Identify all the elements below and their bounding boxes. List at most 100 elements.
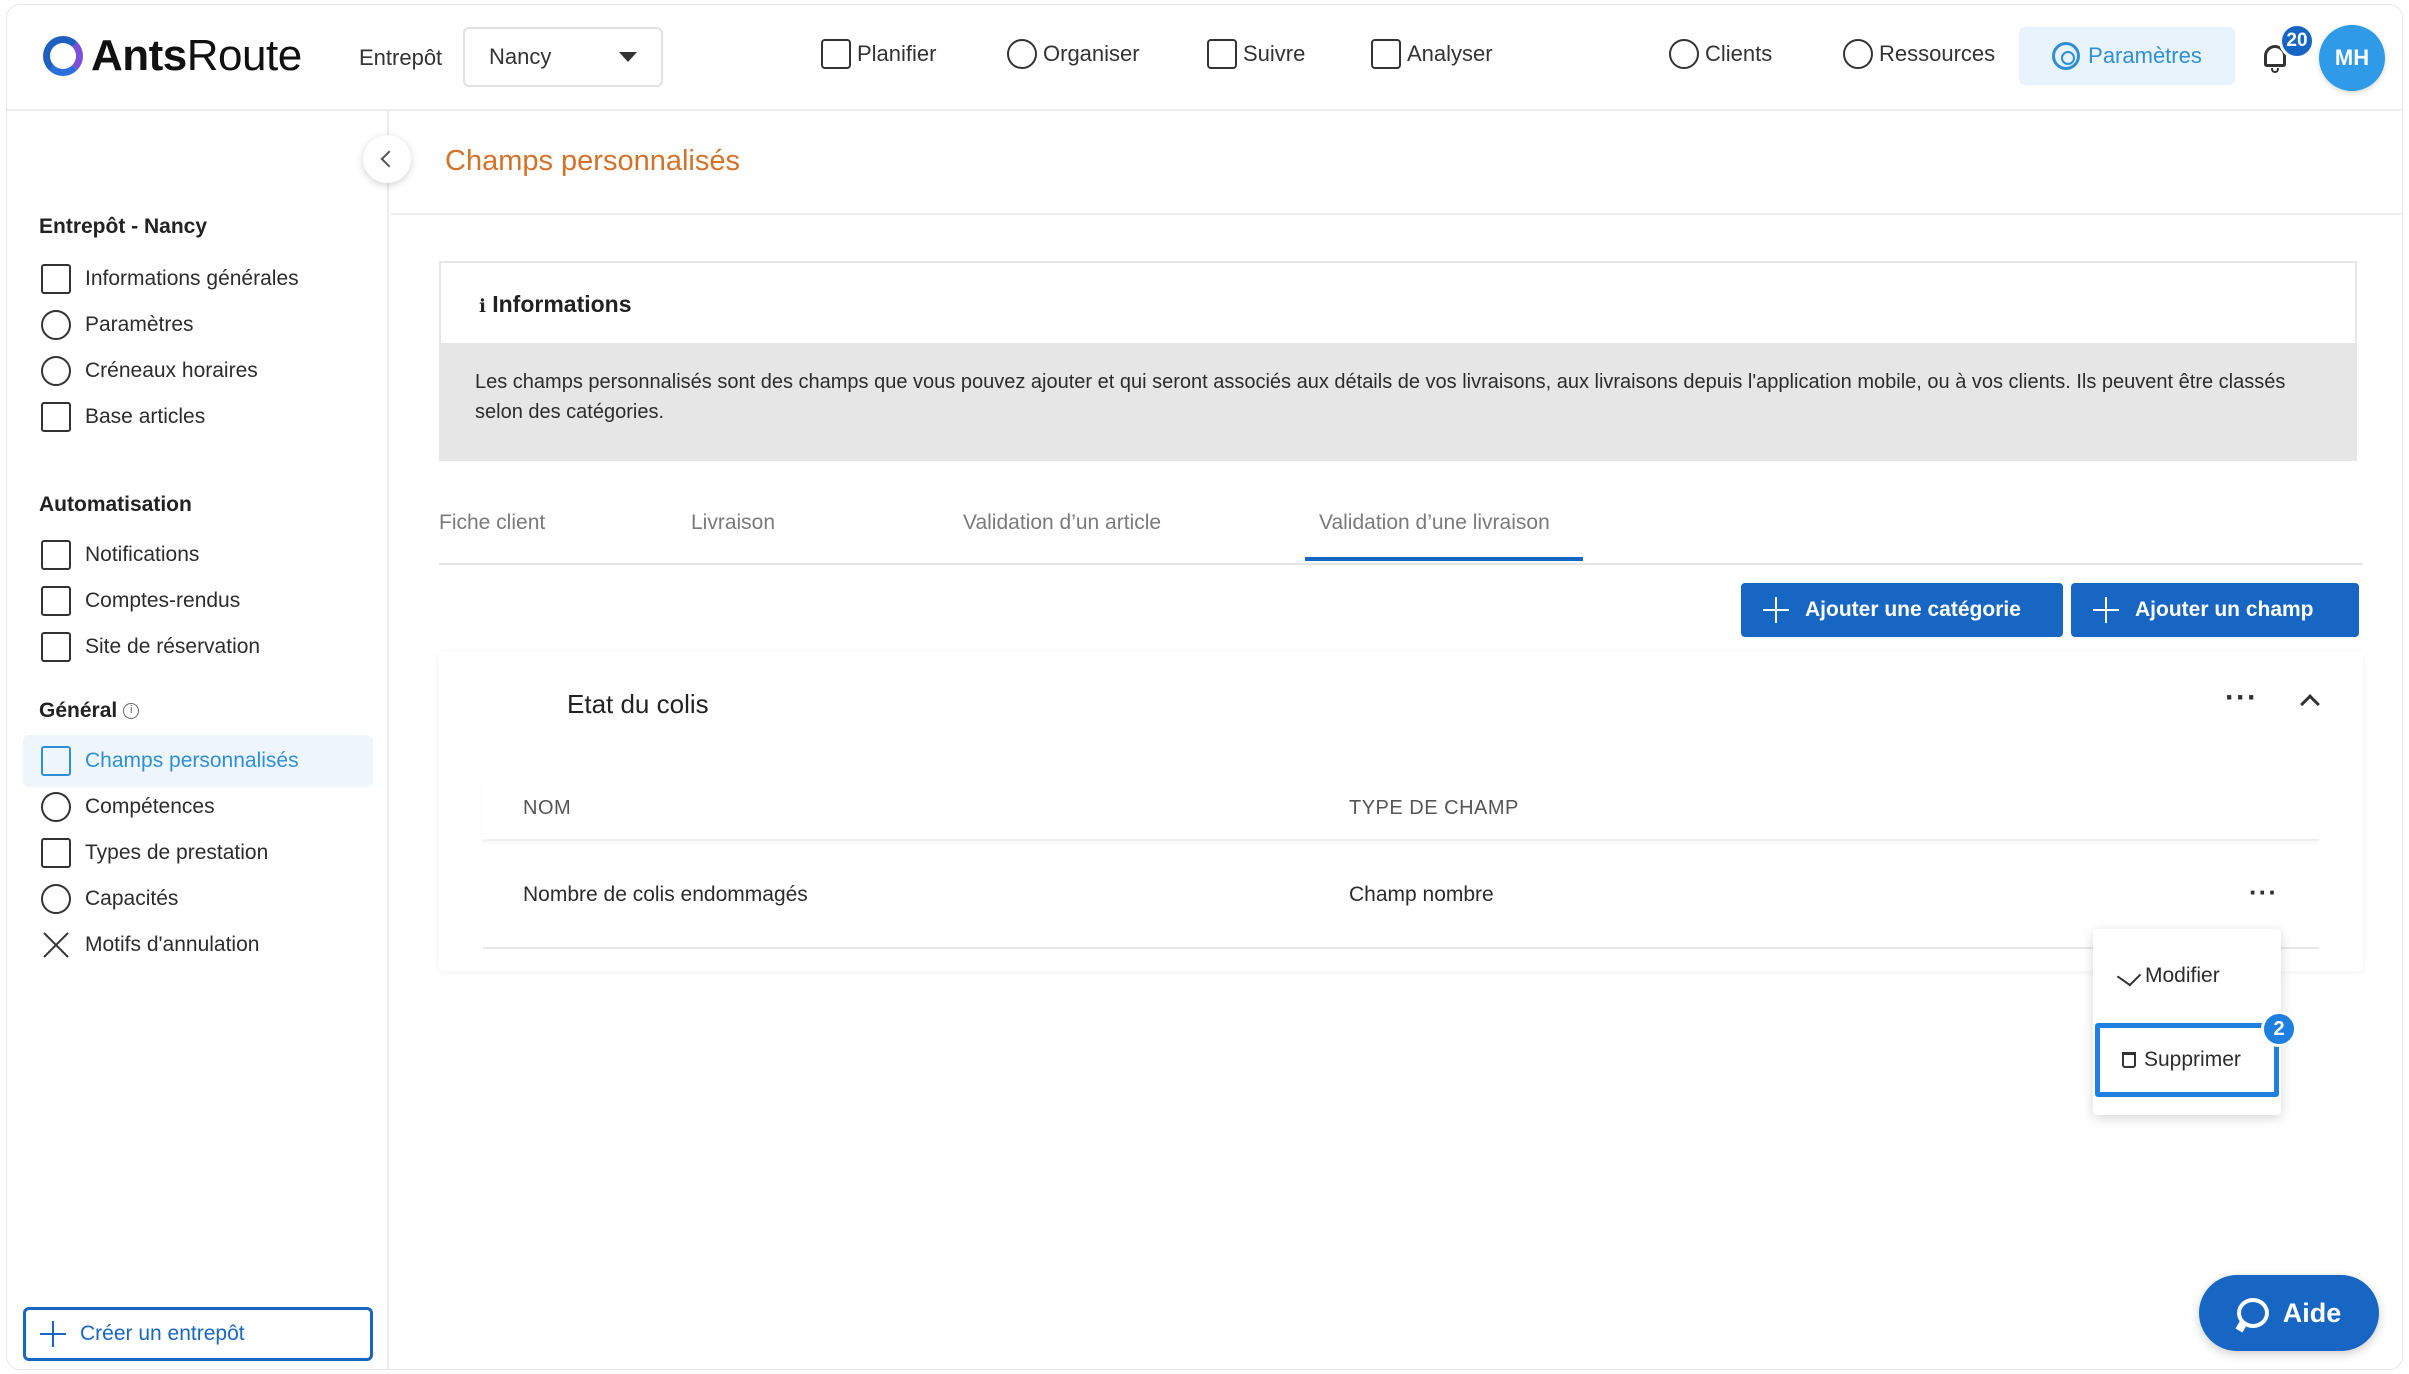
nav-clients-label: Clients — [1705, 41, 1773, 66]
building-icon — [41, 264, 71, 294]
sidebar-item-informations-generales[interactable]: Informations générales — [23, 253, 373, 305]
nav-parametres-label: Paramètres — [2088, 43, 2202, 68]
boxes-icon — [41, 402, 71, 432]
sidebar-item-capacites[interactable]: Capacités — [23, 873, 373, 925]
category-card: Etat du colis ··· NOM TYPE DE CHAMP Nomb… — [439, 651, 2363, 971]
create-warehouse-button[interactable]: Créer un entrepôt — [23, 1307, 373, 1361]
sidebar-item-label: Champs personnalisés — [85, 749, 299, 772]
sidebar-item-label: Créneaux horaires — [85, 359, 258, 382]
warehouse-select-value: Nancy — [489, 44, 552, 69]
nav-planifier-label: Planifier — [857, 41, 937, 66]
document-icon — [41, 586, 71, 616]
category-more-icon[interactable]: ··· — [2225, 681, 2258, 715]
info-card-title-text: Informations — [492, 291, 632, 317]
plus-icon — [1763, 597, 1789, 623]
menu-item-modifier-label: Modifier — [2145, 964, 2220, 987]
info-small-icon: ℹ︎ — [479, 296, 486, 316]
collapse-sidebar-button[interactable] — [363, 135, 411, 183]
menu-item-modifier[interactable]: Modifier — [2093, 943, 2281, 1009]
tab-validation-article[interactable]: Validation d’un article — [963, 511, 1161, 535]
gear-icon — [2052, 42, 2081, 70]
chevron-up-icon[interactable] — [2300, 694, 2320, 714]
menu-item-supprimer[interactable]: Supprimer — [2095, 1023, 2279, 1097]
antsroute-logo[interactable]: AntsRoute — [43, 31, 302, 81]
nav-analyser[interactable]: Analyser — [1371, 39, 1493, 69]
service-chart-icon — [41, 838, 71, 868]
tab-fiche-client[interactable]: Fiche client — [439, 511, 545, 535]
calendar-icon — [821, 39, 851, 69]
cross-icon — [41, 930, 71, 960]
info-icon[interactable]: i — [123, 703, 140, 720]
graduation-cap-icon — [41, 792, 71, 822]
nav-parametres[interactable]: Paramètres — [2019, 27, 2235, 85]
nav-suivre[interactable]: Suivre — [1207, 39, 1305, 69]
sidebar-item-notifications[interactable]: Notifications — [23, 529, 373, 581]
nodes-icon — [41, 310, 71, 340]
info-card-title: ℹ︎ Informations — [479, 291, 632, 318]
nav-suivre-label: Suivre — [1243, 41, 1306, 66]
step-badge: 2 — [2261, 1011, 2297, 1047]
sidebar-item-label: Comptes-rendus — [85, 589, 241, 612]
tab-validation-livraison[interactable]: Validation d’une livraison — [1319, 511, 1550, 535]
plus-icon — [2093, 597, 2119, 623]
sidebar-section-warehouse: Entrepôt - Nancy — [39, 215, 208, 238]
nav-clients[interactable]: Clients — [1669, 39, 1772, 69]
sidebar-item-comptes-rendus[interactable]: Comptes-rendus — [23, 575, 373, 627]
signpost-icon — [1207, 39, 1237, 69]
field-name-cell: Nombre de colis endommagés — [523, 883, 808, 906]
warehouse-select[interactable]: Nancy — [463, 27, 663, 87]
nav-organiser[interactable]: Organiser — [1007, 39, 1140, 69]
nav-ressources[interactable]: Ressources — [1843, 39, 1995, 69]
row-actions-menu: Modifier Supprimer — [2093, 929, 2281, 1115]
column-header-name: NOM — [523, 797, 572, 819]
create-warehouse-label: Créer un entrepôt — [80, 1322, 245, 1345]
logo-wordmark: AntsRoute — [91, 31, 302, 80]
sidebar-section-general-label: Général — [39, 699, 118, 722]
category-title: Etat du colis — [567, 689, 709, 719]
tab-livraison[interactable]: Livraison — [691, 511, 775, 535]
sidebar-item-label: Motifs d'annulation — [85, 933, 260, 956]
sidebar-item-competences[interactable]: Compétences — [23, 781, 373, 833]
logo-mark-icon — [43, 36, 83, 76]
field-type-cell: Champ nombre — [1349, 883, 1494, 906]
chart-icon — [1371, 39, 1401, 69]
nav-planifier[interactable]: Planifier — [821, 39, 936, 69]
active-tab-indicator — [1305, 557, 1583, 561]
chevron-left-icon — [380, 150, 398, 168]
sidebar-item-base-articles[interactable]: Base articles — [23, 391, 373, 443]
sidebar-section-general: Général i — [39, 699, 140, 723]
sidebar-item-creneaux-horaires[interactable]: Créneaux horaires — [23, 345, 373, 397]
plus-icon — [40, 1321, 66, 1347]
help-button[interactable]: Aide — [2199, 1275, 2379, 1351]
sidebar-item-label: Paramètres — [85, 313, 194, 336]
user-gear-icon — [1843, 39, 1873, 69]
calendar-grid-icon — [41, 632, 71, 662]
caret-down-icon — [619, 52, 637, 62]
page-title: Champs personnalisés — [445, 145, 740, 177]
add-category-label: Ajouter une catégorie — [1805, 598, 2021, 621]
add-field-label: Ajouter un champ — [2135, 598, 2314, 621]
sidebar-item-types-prestation[interactable]: Types de prestation — [23, 827, 373, 879]
sidebar-item-label: Base articles — [85, 405, 206, 428]
add-category-button[interactable]: Ajouter une catégorie — [1741, 583, 2063, 637]
sidebar-item-motifs-annulation[interactable]: Motifs d'annulation — [23, 919, 373, 971]
row-more-icon[interactable]: ··· — [2249, 877, 2278, 908]
clock-icon — [41, 356, 71, 386]
notification-count-badge: 20 — [2279, 23, 2315, 59]
sidebar-item-label: Compétences — [85, 795, 215, 818]
fields-table-header: NOM TYPE DE CHAMP — [483, 777, 2319, 841]
sidebar-item-site-reservation[interactable]: Site de réservation — [23, 621, 373, 673]
info-card: ℹ︎ Informations Les champs personnalisés… — [439, 261, 2357, 461]
sidebar-item-label: Types de prestation — [85, 841, 269, 864]
sidebar-item-parametres[interactable]: Paramètres — [23, 299, 373, 351]
top-header: AntsRoute Entrepôt Nancy Planifier Organ… — [7, 5, 2402, 111]
user-avatar[interactable]: MH — [2319, 25, 2385, 91]
sidebar-item-champs-personnalises[interactable]: Champs personnalisés — [23, 735, 373, 787]
info-card-body: Les champs personnalisés sont des champs… — [441, 343, 2355, 461]
page-title-bar: Champs personnalisés — [391, 111, 2402, 215]
column-header-type: TYPE DE CHAMP — [1349, 797, 1519, 819]
nav-organiser-label: Organiser — [1043, 41, 1140, 66]
help-button-label: Aide — [2282, 1297, 2342, 1328]
app-window: AntsRoute Entrepôt Nancy Planifier Organ… — [6, 4, 2403, 1370]
add-field-button[interactable]: Ajouter un champ — [2071, 583, 2359, 637]
